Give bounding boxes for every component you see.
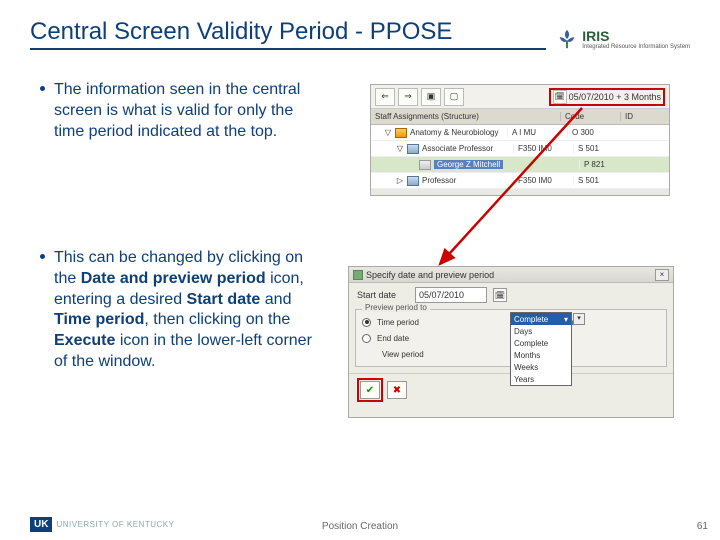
row-label: George Z Mitchell bbox=[434, 160, 503, 169]
toolbar: ⇐ ⇒ ▣ ▢ 🗓 05/07/2010 + 3 Months bbox=[371, 85, 669, 109]
execute-highlight: ✔ bbox=[357, 378, 383, 402]
footer-title: Position Creation bbox=[0, 521, 720, 532]
radio-time-period[interactable] bbox=[362, 318, 371, 327]
person-icon bbox=[419, 160, 431, 170]
date-preview-dialog: Specify date and preview period × Start … bbox=[348, 266, 674, 418]
header-structure: Staff Assignments (Structure) bbox=[371, 112, 561, 121]
expand-icon[interactable]: ▣ bbox=[421, 88, 441, 106]
title-bar: Central Screen Validity Period - PPOSE I… bbox=[30, 18, 690, 50]
radio-end-date-label: End date bbox=[377, 334, 449, 343]
bullet-icon bbox=[40, 254, 45, 259]
collapse-icon[interactable]: ▢ bbox=[444, 88, 464, 106]
tree-row-selected[interactable]: George Z Mitchell P 821 bbox=[371, 157, 669, 173]
start-date-label: Start date bbox=[357, 290, 409, 300]
iris-logo-tagline: Integrated Resource Information System bbox=[582, 44, 690, 50]
bullet-1-text: The information seen in the central scre… bbox=[54, 81, 300, 140]
expand-icon[interactable]: ▽ bbox=[383, 128, 393, 137]
back-icon[interactable]: ⇐ bbox=[375, 88, 395, 106]
dropdown-selected: Complete ▾ bbox=[511, 313, 571, 325]
position-icon bbox=[407, 176, 419, 186]
dialog-titlebar: Specify date and preview period × bbox=[349, 267, 673, 283]
header-code: Code bbox=[561, 112, 621, 121]
bullet-1: The information seen in the central scre… bbox=[54, 80, 314, 142]
bullet-2: This can be changed by clicking on the D… bbox=[54, 248, 324, 373]
radio-end-date[interactable] bbox=[362, 334, 371, 343]
date-preview-highlight: 🗓 05/07/2010 + 3 Months bbox=[549, 88, 665, 106]
slide-title: Central Screen Validity Period - PPOSE bbox=[30, 18, 546, 50]
execute-icon[interactable]: ✔ bbox=[360, 381, 380, 399]
dropdown-option[interactable]: Days bbox=[511, 325, 571, 337]
tree-row[interactable]: ▷ Professor F350 IM0 S 501 bbox=[371, 173, 669, 189]
row-label: Associate Professor bbox=[422, 144, 513, 153]
date-preview-icon[interactable]: 🗓 bbox=[553, 90, 567, 104]
chevron-down-icon: ▾ bbox=[564, 315, 568, 324]
iris-logo-text: IRIS bbox=[582, 28, 609, 44]
iris-logo: IRIS Integrated Resource Information Sys… bbox=[556, 28, 690, 50]
bullet-icon bbox=[40, 86, 45, 91]
expand-icon[interactable]: ▷ bbox=[395, 176, 405, 185]
dropdown-option[interactable]: Years bbox=[511, 373, 571, 385]
tree-header-row: Staff Assignments (Structure) Code ID bbox=[371, 109, 669, 125]
calendar-icon[interactable]: 🗓 bbox=[493, 288, 507, 302]
chevron-down-icon[interactable]: ▾ bbox=[573, 313, 585, 325]
preview-period-group: Preview period to Time period In the fut… bbox=[355, 309, 667, 367]
start-date-input[interactable]: 05/07/2010 bbox=[415, 287, 487, 303]
page-number: 61 bbox=[697, 521, 708, 532]
group-label: Preview period to bbox=[362, 303, 430, 312]
tree-row[interactable]: ▽ Associate Professor F350 IM0 S 501 bbox=[371, 141, 669, 157]
forward-icon[interactable]: ⇒ bbox=[398, 88, 418, 106]
pposse-tree-screenshot: ⇐ ⇒ ▣ ▢ 🗓 05/07/2010 + 3 Months Staff As… bbox=[370, 84, 670, 196]
tree-row[interactable]: ▽ Anatomy & Neurobiology A I MU O 300 bbox=[371, 125, 669, 141]
date-range-text: 05/07/2010 + 3 Months bbox=[569, 92, 661, 102]
dropdown-option[interactable]: Weeks bbox=[511, 361, 571, 373]
view-period-label: View period bbox=[382, 350, 424, 359]
time-period-dropdown[interactable]: Complete ▾ Days Complete Months Weeks Ye… bbox=[510, 312, 572, 386]
dropdown-option[interactable]: Months bbox=[511, 349, 571, 361]
iris-flower-icon bbox=[556, 28, 578, 50]
position-icon bbox=[407, 144, 419, 154]
header-id: ID bbox=[621, 112, 669, 121]
dialog-title: Specify date and preview period bbox=[366, 270, 494, 280]
close-icon[interactable]: × bbox=[655, 269, 669, 281]
dropdown-option[interactable]: Complete bbox=[511, 337, 571, 349]
cancel-icon[interactable]: ✖ bbox=[387, 381, 407, 399]
expand-icon[interactable]: ▽ bbox=[395, 144, 405, 153]
row-label: Anatomy & Neurobiology bbox=[410, 128, 507, 137]
dialog-icon bbox=[353, 270, 363, 280]
row-label: Professor bbox=[422, 176, 513, 185]
bullet-2-text: This can be changed by clicking on the D… bbox=[54, 249, 312, 370]
radio-time-period-label: Time period bbox=[377, 318, 449, 327]
org-unit-icon bbox=[395, 128, 407, 138]
